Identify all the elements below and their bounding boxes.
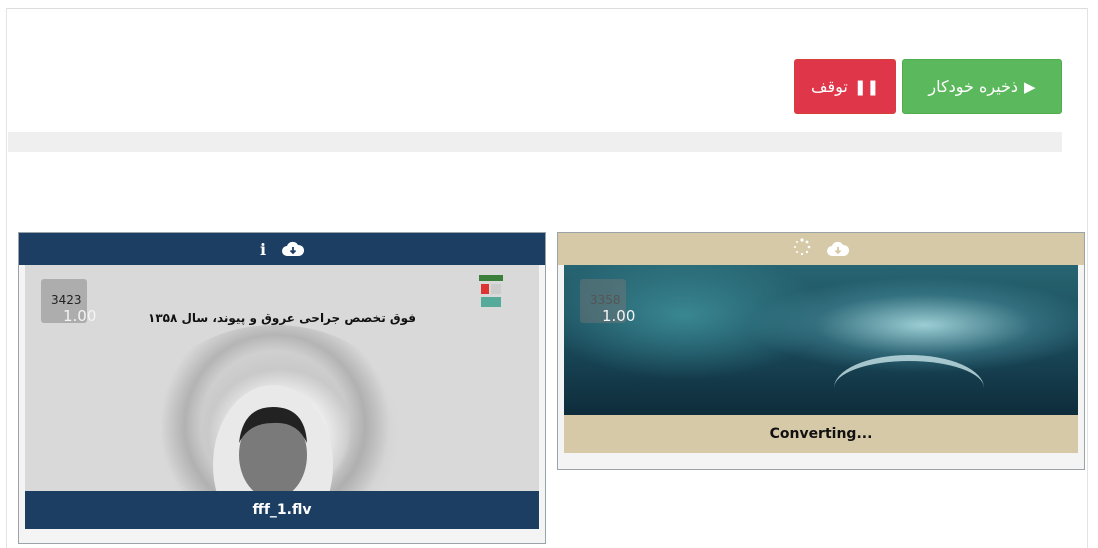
auto-save-button[interactable]: ذخیره خودکار ▶ bbox=[902, 59, 1062, 114]
cloud-download-icon[interactable] bbox=[827, 241, 849, 257]
panel-left-border bbox=[6, 8, 7, 548]
counter-value: 1.00 bbox=[63, 307, 97, 325]
thumbnail-shape bbox=[834, 355, 984, 415]
conversion-status: Converting... bbox=[564, 415, 1078, 453]
counter-badge: 3423 1.00 bbox=[41, 279, 96, 325]
card-filename: fff_1.flv bbox=[25, 491, 539, 529]
video-thumbnail[interactable]: 3358 1.00 bbox=[564, 265, 1078, 415]
counter-value: 1.00 bbox=[602, 307, 636, 325]
channel-logo bbox=[479, 275, 503, 307]
auto-save-label: ذخیره خودکار bbox=[928, 77, 1019, 96]
info-icon[interactable]: i bbox=[260, 240, 266, 259]
card-header: i bbox=[19, 233, 545, 265]
video-thumbnail[interactable]: فوق تخصص جراحی عروق و پیوند، سال ۱۳۵۸ 34… bbox=[25, 265, 539, 523]
video-card: i فوق تخصص جراحی عروق و پیوند، سال ۱۳۵۸ … bbox=[18, 232, 546, 544]
video-card: 3358 1.00 Converting... bbox=[557, 232, 1085, 470]
cloud-download-icon[interactable] bbox=[282, 241, 305, 257]
panel-top-border bbox=[6, 8, 1088, 9]
progress-bar bbox=[8, 132, 1062, 152]
spinner-icon bbox=[793, 238, 811, 260]
pause-icon: ❚❚ bbox=[853, 77, 880, 96]
thumbnail-background bbox=[564, 265, 1078, 415]
play-icon: ▶ bbox=[1024, 77, 1036, 96]
card-header bbox=[558, 233, 1084, 265]
panel-right-border bbox=[1087, 8, 1088, 548]
pause-label: توقف bbox=[810, 77, 848, 96]
counter-badge: 3358 1.00 bbox=[580, 279, 635, 325]
counter-number: 3358 bbox=[590, 293, 621, 307]
thumbnail-caption: فوق تخصص جراحی عروق و پیوند، سال ۱۳۵۸ bbox=[148, 311, 416, 325]
pause-button[interactable]: توقف ❚❚ bbox=[794, 59, 896, 114]
counter-number: 3423 bbox=[51, 293, 82, 307]
